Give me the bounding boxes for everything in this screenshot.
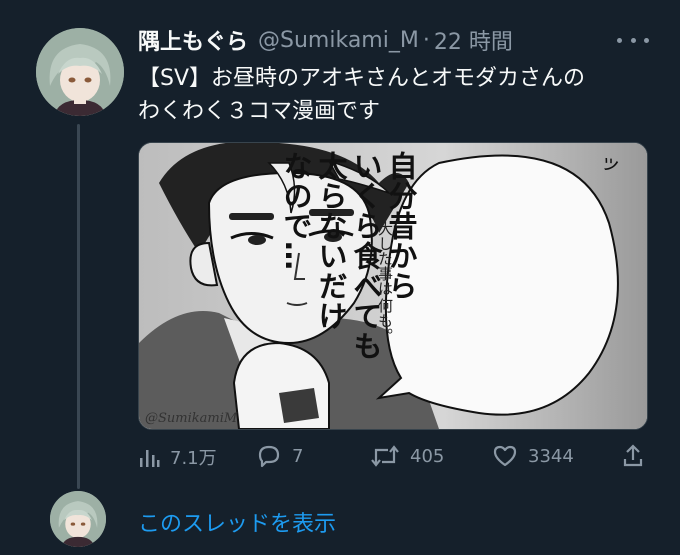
- side-note-column: 何も。: [376, 298, 394, 343]
- author-name[interactable]: 隅上もぐら: [138, 24, 248, 56]
- like-button[interactable]: 3344: [492, 444, 574, 468]
- watermark: @SumikamiM: [145, 411, 238, 426]
- tweet-media-image[interactable]: 自分昔から いくら食べても 太らないだけ なので… 大した事は 何も。 ッ @S…: [138, 142, 648, 430]
- views-button[interactable]: 7.1万: [138, 444, 217, 470]
- avatar-image: [36, 28, 124, 116]
- author-handle[interactable]: @Sumikami_M: [258, 28, 419, 53]
- heart-icon: [493, 445, 517, 467]
- avatar-image: [50, 491, 106, 547]
- speech-bubble-text: 自分昔から いくら食べても 太らないだけ なので…: [279, 151, 418, 361]
- like-count: 3344: [528, 445, 574, 467]
- retweet-button[interactable]: 405: [370, 444, 444, 468]
- share-button[interactable]: [622, 444, 644, 468]
- author-avatar[interactable]: [36, 28, 124, 116]
- show-thread-link[interactable]: このスレッドを表示: [138, 506, 336, 538]
- retweet-count: 405: [410, 445, 445, 467]
- share-icon: [623, 444, 643, 467]
- views-count: 7.1万: [170, 448, 217, 469]
- reply-count: 7: [292, 445, 304, 467]
- side-note-text: 大した事は 何も。: [376, 221, 394, 343]
- thread-author-avatar[interactable]: [50, 491, 106, 547]
- speech-column: なので…: [279, 151, 313, 271]
- separator-dot: ·: [422, 27, 430, 53]
- tweet-actions-bar: 7.1万 7 405 3344: [138, 444, 648, 472]
- tweet-text: 【SV】お昼時のアオキさんとオモダカさんの わくわく３コマ漫画です: [138, 62, 658, 128]
- tweet-timestamp[interactable]: 22 時間: [434, 24, 513, 56]
- thread-connector-line: [77, 124, 80, 489]
- retweet-icon: [371, 445, 399, 467]
- reply-button[interactable]: 7: [256, 444, 303, 468]
- speech-column: 太らないだけ: [314, 151, 348, 331]
- analytics-icon: [140, 450, 160, 467]
- more-options-icon[interactable]: [617, 28, 649, 52]
- tweet-header: 隅上もぐら @Sumikami_M · 22 時間: [138, 24, 513, 56]
- tweet-text-line: 【SV】お昼時のアオキさんとオモダカさんの: [138, 66, 586, 91]
- tweet-text-line: わくわく３コマ漫画です: [138, 99, 381, 124]
- side-note-column: 大した事は: [376, 221, 394, 296]
- reply-icon: [258, 445, 280, 468]
